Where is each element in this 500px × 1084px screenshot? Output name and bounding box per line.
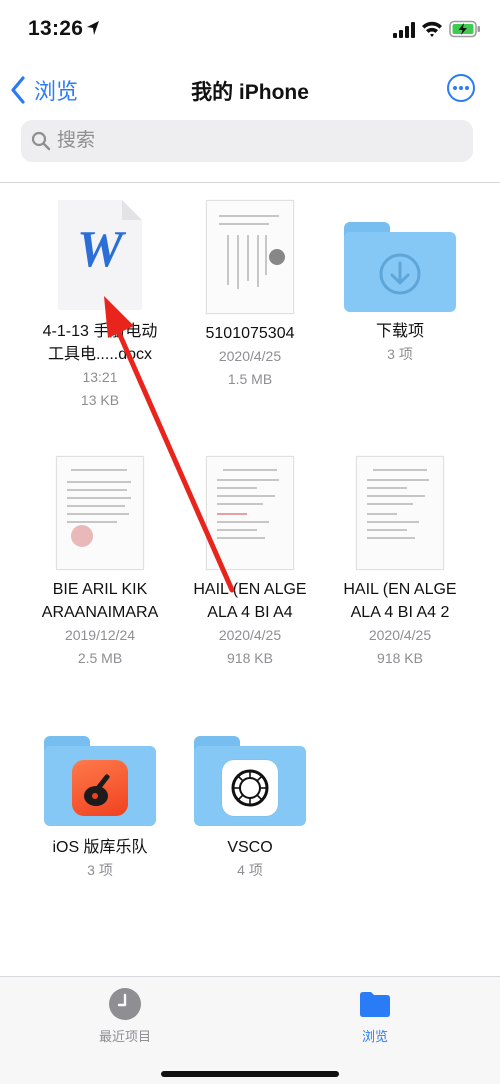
folder-item-garageband[interactable]: iOS 版库乐队 3 项 [25, 736, 175, 882]
file-date: 2020/4/25 [218, 348, 282, 364]
clock-icon [109, 988, 141, 1020]
file-name: HAIL (EN ALGE [193, 581, 307, 598]
file-date: 13:21 [82, 369, 118, 385]
file-name: 4-1-13 手册电动 [42, 323, 158, 340]
location-arrow-icon [87, 21, 99, 35]
navigation-bar: 浏览 我的 iPhone [0, 60, 500, 116]
files-app-screen: 13:26 浏览 我的 iPhone 搜索 W 4-1-13 手册电动 工具电.… [0, 0, 500, 1084]
status-time: 13:26 [28, 17, 84, 40]
more-options-icon[interactable] [446, 73, 476, 103]
file-size: 2.5 MB [77, 650, 123, 666]
folder-icon [194, 736, 306, 826]
status-bar: 13:26 [0, 0, 500, 58]
vsco-icon [222, 760, 278, 816]
garageband-icon [72, 760, 128, 816]
home-indicator [161, 1071, 339, 1077]
tab-bar: 最近项目 浏览 [0, 976, 500, 1084]
file-name-line2: ALA 4 BI A4 2 [350, 604, 450, 621]
tab-browse[interactable]: 浏览 [315, 987, 435, 1045]
file-name-line2: 工具电.....docx [47, 346, 153, 363]
folder-name: 下载项 [375, 323, 424, 340]
tab-browse-label: 浏览 [361, 1029, 388, 1044]
folder-icon [344, 222, 456, 312]
file-item-scanned-document[interactable]: HAIL (EN ALGE ALA 4 BI A4 2020/4/25 918 … [175, 456, 325, 670]
header-divider [0, 182, 500, 183]
file-date: 2020/4/25 [218, 627, 282, 643]
folder-icon [44, 736, 156, 826]
word-doc-icon: W [58, 200, 142, 310]
battery-charging-icon [449, 20, 480, 38]
search-input[interactable] [57, 130, 437, 152]
file-size: 1.5 MB [227, 371, 273, 387]
folder-item-vsco[interactable]: VSCO 4 项 [175, 736, 325, 882]
cellular-signal-icon [393, 22, 415, 38]
tab-recents[interactable]: 最近项目 [65, 987, 185, 1045]
folder-item-downloads[interactable]: 下载项 3 项 [325, 222, 475, 366]
document-thumbnail [206, 200, 294, 314]
file-item-word-document[interactable]: W 4-1-13 手册电动 工具电.....docx 13:21 13 KB [25, 200, 175, 412]
wifi-icon [422, 21, 442, 37]
file-size: 918 KB [227, 650, 273, 666]
word-letter: W [76, 221, 124, 278]
search-bar[interactable] [21, 120, 473, 162]
file-name: 5101075304 [205, 325, 295, 342]
file-date: 2019/12/24 [64, 627, 136, 643]
file-size: 13 KB [80, 392, 120, 408]
folder-name: VSCO [227, 839, 273, 856]
document-thumbnail [206, 456, 294, 570]
folder-name: iOS 版库乐队 [52, 839, 148, 856]
folder-count: 4 项 [237, 862, 263, 878]
page-title: 我的 iPhone [191, 81, 309, 104]
folder-fill-icon [360, 992, 390, 1017]
document-thumbnail [356, 456, 444, 570]
file-item-scanned-document[interactable]: BIE ARIL KIK ARAANAIMARA 2019/12/24 2.5 … [25, 456, 175, 670]
file-name-line2: ARAANAIMARA [41, 604, 159, 621]
file-name: HAIL (EN ALGE [343, 581, 457, 598]
file-date: 2020/4/25 [368, 627, 432, 643]
file-item-scanned-document[interactable]: 5101075304 2020/4/25 1.5 MB [175, 200, 325, 391]
file-size: 918 KB [377, 650, 423, 666]
tab-recents-label: 最近项目 [98, 1029, 151, 1044]
file-item-scanned-document[interactable]: HAIL (EN ALGE ALA 4 BI A4 2 2020/4/25 91… [325, 456, 475, 670]
search-icon [31, 131, 51, 151]
download-icon [379, 253, 421, 295]
folder-count: 3 项 [87, 862, 113, 878]
file-name-line2: ALA 4 BI A4 [207, 604, 293, 621]
document-thumbnail [56, 456, 144, 570]
folder-count: 3 项 [387, 346, 413, 362]
file-name: BIE ARIL KIK [52, 581, 148, 598]
